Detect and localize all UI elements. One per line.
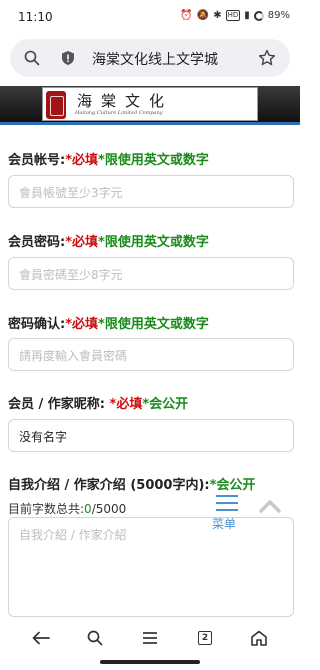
password-label: 会员密码:*必填*限使用英文或数字 [8,231,209,250]
battery-percent: 89% [267,10,290,21]
field-note: *限使用英文或数字 [98,235,209,250]
site-header: 海棠文化 Haitang Culture Limited Company [0,86,300,122]
char-counter-value: 0 [84,502,92,516]
mute-icon: 🔕 [196,10,210,21]
confirm-label: 密码确认:*必填*限使用英文或数字 [8,313,209,332]
site-logo[interactable]: 海棠文化 Haitang Culture Limited Company [42,87,258,121]
bookmark-star-icon[interactable] [258,49,276,67]
scroll-top-chevron-icon[interactable] [259,499,281,513]
char-counter: 目前字数总共:0/5000 [8,500,126,517]
password-label-text: 会员密码: [8,235,66,250]
page-title[interactable]: 海棠文化线上文学城 [92,49,218,69]
confirm-label-text: 密码确认: [8,317,66,332]
required-mark: *必填 [109,397,143,412]
status-bar: 11:10 ⏰ 🔕 ✱ HD ▮ 89% [0,0,300,34]
field-note: *限使用英文或数字 [98,317,209,332]
intro-label: 自我介绍 / 作家介绍 (5000字内):*会公开 [8,474,255,493]
required-mark: *必填 [65,317,99,332]
site-info-icon[interactable] [60,50,76,66]
field-note: *会公开 [209,478,256,493]
intro-label-text: 自我介绍 / 作家介绍 (5000字内): [8,478,210,493]
logo-name: 海棠文化 [77,92,174,110]
logo-subtitle: Haitang Culture Limited Company [75,110,163,116]
back-button[interactable] [23,624,59,652]
status-icons: ⏰ 🔕 ✱ HD ▮ 89% [180,10,290,21]
required-mark: *必填 [65,153,99,168]
password-input[interactable]: 會員密碼至少8字元 [8,257,294,290]
bluetooth-icon: ✱ [213,10,222,21]
menu-icon [216,495,238,497]
menu-icon-bar [216,502,238,504]
floating-menu-label: 菜单 [212,517,237,531]
gesture-bar [100,660,200,664]
search-icon [87,630,103,646]
tabs-button[interactable]: 2 [187,624,223,652]
back-arrow-icon [32,631,50,645]
nickname-input[interactable]: 没有名字 [8,419,294,452]
search-button[interactable] [77,624,113,652]
char-counter-label: 目前字数总共: [8,502,85,516]
nickname-label: 会员 / 作家昵称: *必填*会公开 [8,393,188,412]
menu-button[interactable] [132,624,168,652]
home-button[interactable] [241,624,277,652]
account-label: 会员帐号:*必填*限使用英文或数字 [8,149,209,168]
search-icon[interactable] [24,50,40,66]
alarm-icon: ⏰ [180,10,193,21]
signal-icon: ▮ [244,10,250,21]
home-icon [251,630,267,646]
tab-count: 2 [198,631,212,645]
nickname-label-text: 会员 / 作家昵称: [8,397,105,412]
menu-icon-bar [216,509,238,511]
account-label-text: 会员帐号: [8,153,66,168]
field-note: *会公开 [142,397,189,412]
hd-badge: HD [225,10,241,21]
floating-menu-button[interactable]: 菜单 [212,493,244,533]
seal-icon [46,91,66,119]
address-bar[interactable]: 海棠文化线上文学城 [10,39,290,77]
status-time: 11:10 [18,10,53,24]
field-note: *限使用英文或数字 [98,153,209,168]
header-divider [0,122,300,125]
char-counter-max: /5000 [91,502,127,516]
account-input[interactable]: 會員帳號至少3字元 [8,175,294,208]
required-mark: *必填 [65,235,99,250]
battery-icon [253,10,264,21]
confirm-password-input[interactable]: 請再度輸入會員密碼 [8,338,294,371]
intro-textarea[interactable]: 自我介紹 / 作家介紹 [8,517,294,617]
hamburger-icon [143,632,157,644]
